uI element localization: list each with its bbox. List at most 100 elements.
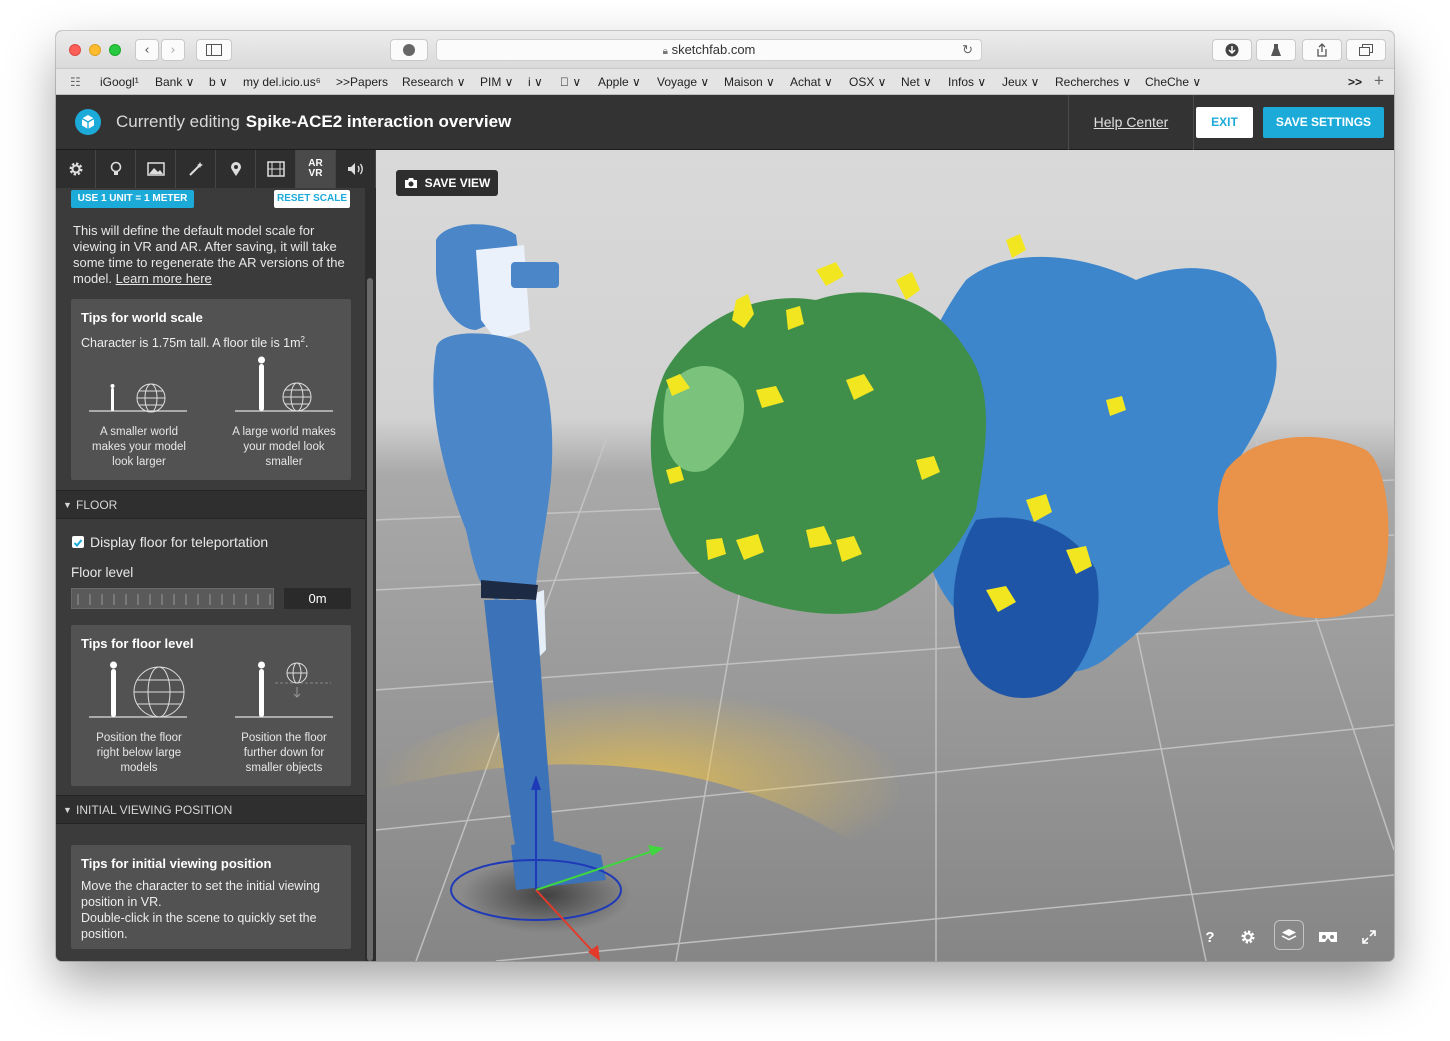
address-bar[interactable]: 🔒︎ sketchfab.com ↻ — [436, 39, 982, 61]
lab-button[interactable] — [1256, 39, 1296, 61]
floor-section-label: FLOOR — [76, 498, 118, 512]
bookmark-item[interactable]: >>Papers — [336, 75, 388, 89]
scene-canvas[interactable] — [376, 150, 1394, 961]
bookmarks-overflow-button[interactable]: >> — [1348, 75, 1362, 89]
cube-icon — [81, 115, 95, 129]
save-view-button[interactable]: SAVE VIEW — [396, 170, 498, 196]
floor-under-large-illustration — [89, 661, 187, 718]
initial-position-tips-title: Tips for initial viewing position — [81, 856, 272, 871]
bookmark-item[interactable]: Achat ∨ — [790, 75, 833, 89]
triangle-down-icon: ▼ — [63, 500, 72, 510]
world-scale-tips-text: Character is 1.75m tall. A floor tile is… — [81, 332, 308, 351]
bookmark-item[interactable]: Bank ∨ — [155, 75, 194, 89]
triangle-down-icon: ▼ — [63, 805, 72, 815]
downloads-button[interactable] — [1212, 39, 1252, 61]
3d-viewport[interactable]: SAVE VIEW ? — [376, 150, 1394, 961]
floor-tips-card: Tips for floor level Position the floor … — [71, 625, 351, 786]
sidebar-toggle-button[interactable] — [196, 39, 232, 61]
tab-lighting[interactable] — [96, 150, 136, 188]
lock-icon: 🔒︎ — [662, 46, 668, 57]
tab-background[interactable] — [136, 150, 176, 188]
grid-icon[interactable]: ☷ — [70, 75, 81, 89]
small-world-illustration — [89, 383, 187, 413]
evernote-icon — [403, 44, 415, 56]
floor-section-header[interactable]: ▼ FLOOR — [56, 490, 365, 519]
bookmark-item[interactable]: Recherches ∨ — [1055, 75, 1131, 89]
tab-ar-vr[interactable]: AR VR — [296, 150, 336, 188]
bookmark-item[interactable]: PIM ∨ — [480, 75, 513, 89]
tab-annotations[interactable] — [216, 150, 256, 188]
initial-position-tips-card: Tips for initial viewing position Move t… — [71, 845, 351, 949]
bookmark-item[interactable]: b ∨ — [209, 75, 228, 89]
sketchfab-logo[interactable] — [75, 109, 101, 135]
bookmark-item[interactable]: Infos ∨ — [948, 75, 986, 89]
magic-wand-icon — [188, 162, 203, 176]
bookmark-item[interactable]: my del.icio.us⁶ — [243, 75, 321, 89]
world-scale-text-end: . — [304, 336, 309, 351]
reset-scale-button[interactable]: RESET SCALE — [274, 190, 350, 208]
bookmark-item[interactable]: Apple ∨ — [598, 75, 641, 89]
small-world-caption: A smaller world makes your model look la… — [92, 426, 186, 468]
tabs-overview-button[interactable] — [1346, 39, 1386, 61]
use-meter-button[interactable]: USE 1 UNIT = 1 METER — [71, 190, 194, 208]
sidebar-scrollbar[interactable] — [367, 278, 373, 961]
bookmark-item[interactable]: Research ∨ — [402, 75, 465, 89]
back-button[interactable]: ‹ — [135, 39, 159, 61]
browser-window: ‹ › 🔒︎ sketchfab.com ↻ ☷ iGoogl¹ Bank ∨ — [56, 31, 1394, 961]
floor-under-small-illustration — [235, 661, 333, 718]
floor-level-value[interactable]: 0m — [284, 588, 351, 609]
bookmark-item[interactable]: iGoogl¹ — [100, 75, 139, 89]
chevron-right-icon: › — [170, 42, 176, 58]
save-settings-button[interactable]: SAVE SETTINGS — [1263, 107, 1384, 138]
question-icon: ? — [1205, 928, 1215, 946]
help-center-link[interactable]: Help Center — [1068, 95, 1194, 150]
bookmark-item[interactable]: Maison ∨ — [724, 75, 775, 89]
minimize-window-button[interactable] — [89, 44, 101, 56]
map-pin-icon — [230, 162, 241, 176]
zoom-window-button[interactable] — [109, 44, 121, 56]
reload-icon[interactable]: ↻ — [962, 40, 973, 60]
new-tab-icon[interactable]: + — [1374, 71, 1384, 91]
floor-checkbox[interactable] — [72, 536, 84, 548]
share-button[interactable] — [1302, 39, 1342, 61]
vr-mode-button[interactable] — [1316, 925, 1340, 949]
forward-button[interactable]: › — [161, 39, 185, 61]
tab-sound[interactable] — [336, 150, 376, 188]
bookmark-item[interactable]: OSX ∨ — [849, 75, 886, 89]
vr-headset-icon — [1319, 932, 1337, 942]
large-world-illustration — [235, 356, 333, 412]
bookmark-item[interactable]: Jeux ∨ — [1002, 75, 1039, 89]
bookmark-item[interactable]: i ∨ — [528, 75, 543, 89]
floor-large-caption: Position the floor right below large mod… — [96, 732, 182, 774]
fullscreen-button[interactable] — [1357, 925, 1381, 949]
floor-checkbox-label[interactable]: Display floor for teleportation — [90, 534, 268, 550]
lightbulb-icon — [110, 161, 121, 175]
camera-icon — [404, 178, 417, 188]
browser-toolbar: ‹ › 🔒︎ sketchfab.com ↻ — [56, 31, 1394, 69]
layers-icon — [1281, 929, 1297, 941]
bookmark-item[interactable]: CheChe ∨ — [1145, 75, 1201, 89]
help-button[interactable]: ? — [1198, 925, 1222, 949]
floor-level-slider[interactable] — [71, 588, 274, 609]
tab-post-processing[interactable] — [176, 150, 216, 188]
share-icon — [1317, 43, 1327, 57]
learn-more-link[interactable]: Learn more here — [116, 271, 212, 286]
bookmark-item[interactable]:  ∨ — [560, 75, 581, 89]
initial-position-section-header[interactable]: ▼ INITIAL VIEWING POSITION — [56, 795, 365, 824]
reader-button[interactable] — [390, 39, 428, 61]
bookmark-item[interactable]: Net ∨ — [901, 75, 932, 89]
viewer-settings-button[interactable] — [1236, 925, 1260, 949]
film-icon — [266, 161, 285, 177]
world-scale-tips-title: Tips for world scale — [81, 310, 203, 325]
tab-animation[interactable] — [256, 150, 296, 188]
tab-general[interactable] — [56, 150, 96, 188]
settings-tabs: AR VR — [56, 150, 376, 188]
settings-sidebar: AR VR USE 1 UNIT = 1 METER RESET SCALE T… — [56, 150, 376, 961]
exit-button[interactable]: EXIT — [1196, 107, 1253, 138]
sidebar-icon — [206, 44, 222, 56]
vr-label: VR — [308, 168, 323, 179]
model-inspector-button[interactable] — [1274, 920, 1304, 950]
bookmark-item[interactable]: Voyage ∨ — [657, 75, 709, 89]
close-window-button[interactable] — [69, 44, 81, 56]
gear-icon — [1241, 930, 1255, 944]
